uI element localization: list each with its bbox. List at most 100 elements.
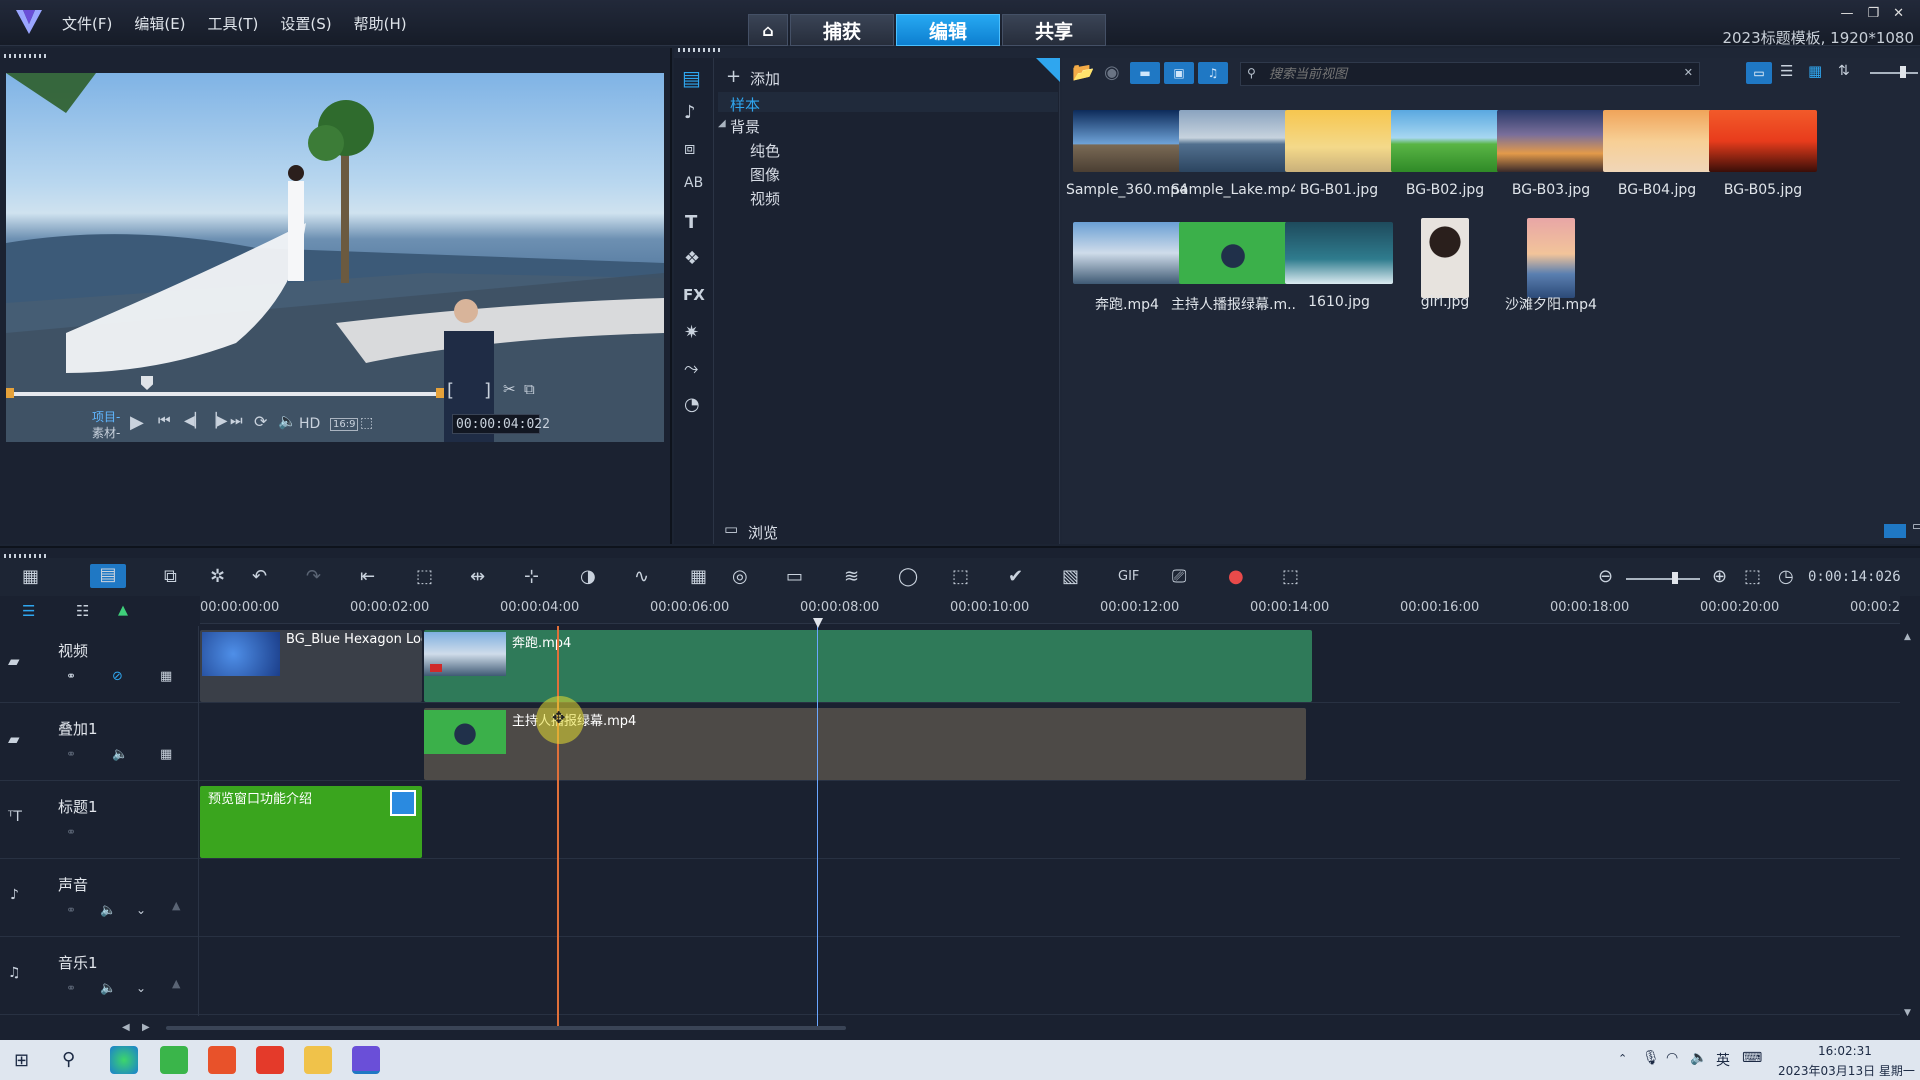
timeline-scrollbar[interactable] — [166, 1026, 846, 1030]
file-explorer-icon[interactable] — [304, 1046, 332, 1074]
menu-settings[interactable]: 设置(S) — [280, 13, 331, 34]
close-icon[interactable]: ✕ — [1893, 6, 1904, 21]
transition-icon[interactable]: ⧈ — [684, 140, 695, 158]
zoom-out-icon[interactable]: ⊖ — [1598, 566, 1613, 587]
gif-icon[interactable]: GIF — [1118, 569, 1139, 584]
scissors-icon[interactable]: ✂ — [503, 382, 516, 397]
app-red-icon[interactable] — [256, 1046, 284, 1074]
scroll-right-icon[interactable]: ▶ — [142, 1022, 150, 1033]
zoom-slider-handle[interactable] — [1672, 572, 1678, 584]
expand-arrow-icon[interactable]: ◢ — [718, 118, 726, 129]
tab-edit[interactable]: 编辑 — [896, 14, 1000, 46]
zoom-in-icon[interactable]: ⊕ — [1712, 566, 1727, 587]
title-ab-icon[interactable]: AB — [684, 176, 703, 190]
clock-time[interactable]: 16:02:31 — [1818, 1044, 1872, 1058]
next-frame-icon[interactable]: ▕▶ — [206, 414, 228, 428]
mask-creator-icon[interactable]: ≋ — [844, 566, 859, 587]
instant-project-icon[interactable]: ♪ — [684, 104, 696, 122]
project-mode-label[interactable]: 项目- — [92, 408, 120, 425]
preview-window-icon[interactable]: ⬚ — [360, 416, 373, 430]
media-icon[interactable]: ▤ — [682, 68, 701, 88]
volume-icon[interactable]: 🔈 — [278, 414, 297, 429]
track-name-overlay[interactable]: 叠加1 — [58, 718, 98, 739]
fit-timeline-icon[interactable]: ⬚ — [1744, 566, 1761, 587]
redo-icon[interactable]: ↷ — [306, 566, 321, 587]
go-start-icon[interactable]: ⏮ — [158, 414, 171, 428]
mark-out-button[interactable]: ] — [484, 382, 491, 400]
thumbnail-size-slider[interactable] — [1870, 72, 1918, 74]
clock-date[interactable]: 2023年03月13日 星期一 — [1778, 1062, 1915, 1079]
title-icon[interactable]: T — [685, 214, 697, 232]
record-icon[interactable]: ◉ — [1104, 64, 1120, 82]
windows-start-icon[interactable]: ⊞ — [14, 1050, 29, 1071]
chevron-down-icon[interactable]: ⌄ — [136, 904, 146, 916]
browse-icon[interactable]: ▭ — [724, 522, 738, 537]
add-icon[interactable]: + — [726, 68, 741, 86]
multi-trim-icon[interactable]: ⊹ — [524, 566, 539, 587]
panel-grip[interactable] — [4, 54, 48, 58]
track-grid-icon[interactable]: ▦ — [160, 670, 172, 683]
motion-path-icon[interactable]: ◯ — [898, 566, 918, 587]
split-icon[interactable]: ⇹ — [470, 566, 485, 587]
display-icon[interactable]: ⎚ — [1172, 566, 1186, 587]
multi-camera-icon[interactable]: ▦ — [690, 566, 707, 587]
fit-project-icon[interactable]: ⇤ — [360, 566, 375, 587]
track-name-video[interactable]: 视频 — [58, 640, 88, 661]
menu-tools[interactable]: 工具(T) — [208, 13, 259, 34]
subtitle-icon[interactable]: ▭ — [786, 566, 803, 587]
path-icon[interactable]: ⤳ — [684, 360, 698, 378]
tab-capture[interactable]: 捕获 — [790, 14, 894, 46]
search-input[interactable] — [1269, 65, 1669, 83]
screen-capture-icon[interactable]: ⬚ — [952, 566, 969, 587]
collapse-icon[interactable]: ▲ — [172, 900, 180, 911]
crop-icon[interactable]: ⬚ — [416, 566, 433, 587]
tree-item-solid[interactable]: 纯色 — [750, 140, 780, 161]
home-button[interactable]: ⌂ — [748, 14, 788, 46]
trim-end-marker[interactable] — [436, 388, 444, 398]
import-folder-icon[interactable]: 📂 — [1072, 64, 1094, 82]
tree-item-image[interactable]: 图像 — [750, 164, 780, 185]
clip-title[interactable]: 预览窗口功能介绍 — [200, 786, 422, 858]
link-icon[interactable]: ⚭ — [66, 748, 76, 760]
thumbnail-view-button[interactable]: ▭ — [1746, 62, 1772, 84]
pin-icon[interactable] — [1036, 58, 1060, 82]
thumbnail-size-handle[interactable] — [1900, 66, 1906, 78]
tree-item-video[interactable]: 视频 — [750, 188, 780, 209]
edge-dev-icon[interactable] — [110, 1046, 138, 1074]
repeat-icon[interactable]: ⟳ — [254, 414, 267, 430]
zoom-slider[interactable] — [1626, 578, 1700, 580]
show-all-tracks-icon[interactable]: ☰ — [22, 604, 35, 619]
motion-tracking-icon[interactable]: ◎ — [732, 566, 748, 587]
show-photos-toggle[interactable]: ▣ — [1164, 62, 1194, 84]
ripple-icon[interactable]: ⊘ — [112, 670, 123, 683]
fx-icon[interactable]: FX — [683, 288, 705, 303]
go-end-icon[interactable]: ⏭ — [230, 414, 243, 428]
speed-icon[interactable]: ◔ — [684, 396, 700, 414]
restore-icon[interactable]: ❐ — [1867, 6, 1879, 21]
add-folder-button[interactable]: 添加 — [750, 68, 780, 89]
edit-icon[interactable]: ▧ — [1062, 566, 1079, 587]
wifi-icon[interactable]: ◠ — [1666, 1050, 1678, 1066]
storyboard-view-icon[interactable]: ▦ — [22, 566, 39, 587]
timeline-view-button[interactable]: ▤ — [90, 564, 126, 588]
app-orange-icon[interactable] — [208, 1046, 236, 1074]
track-list-icon[interactable]: ☷ — [76, 604, 89, 619]
track-grid-icon[interactable]: ▦ — [160, 748, 172, 761]
prev-frame-icon[interactable]: ◀▏ — [184, 414, 206, 428]
media-item[interactable]: 沙滩夕阳.mp4 — [1489, 216, 1613, 324]
timeline-ruler[interactable]: 00:00:00:00 00:00:02:00 00:00:04:00 00:0… — [200, 596, 1900, 624]
track-name-voice[interactable]: 声音 — [58, 874, 88, 895]
minimize-icon[interactable]: — — [1840, 6, 1853, 21]
search-box[interactable]: ⚲ ✕ — [1240, 62, 1700, 86]
graphics-icon[interactable]: ❖ — [684, 250, 700, 268]
ime-indicator[interactable]: 英 — [1716, 1050, 1730, 1070]
volume-icon[interactable]: 🔈 — [100, 904, 116, 917]
grid-view-icon[interactable]: ▦ — [1808, 64, 1822, 79]
speaker-icon[interactable]: 🔈 — [1690, 1050, 1707, 1066]
playhead-line[interactable] — [557, 626, 559, 1026]
videostudio-taskbar-icon[interactable] — [352, 1046, 380, 1074]
export-icon[interactable]: ⬚ — [1282, 566, 1299, 587]
play-icon[interactable]: ▶ — [130, 414, 144, 432]
copy-icon[interactable]: ⧉ — [524, 382, 535, 397]
scrubber-bar[interactable] — [10, 392, 440, 396]
